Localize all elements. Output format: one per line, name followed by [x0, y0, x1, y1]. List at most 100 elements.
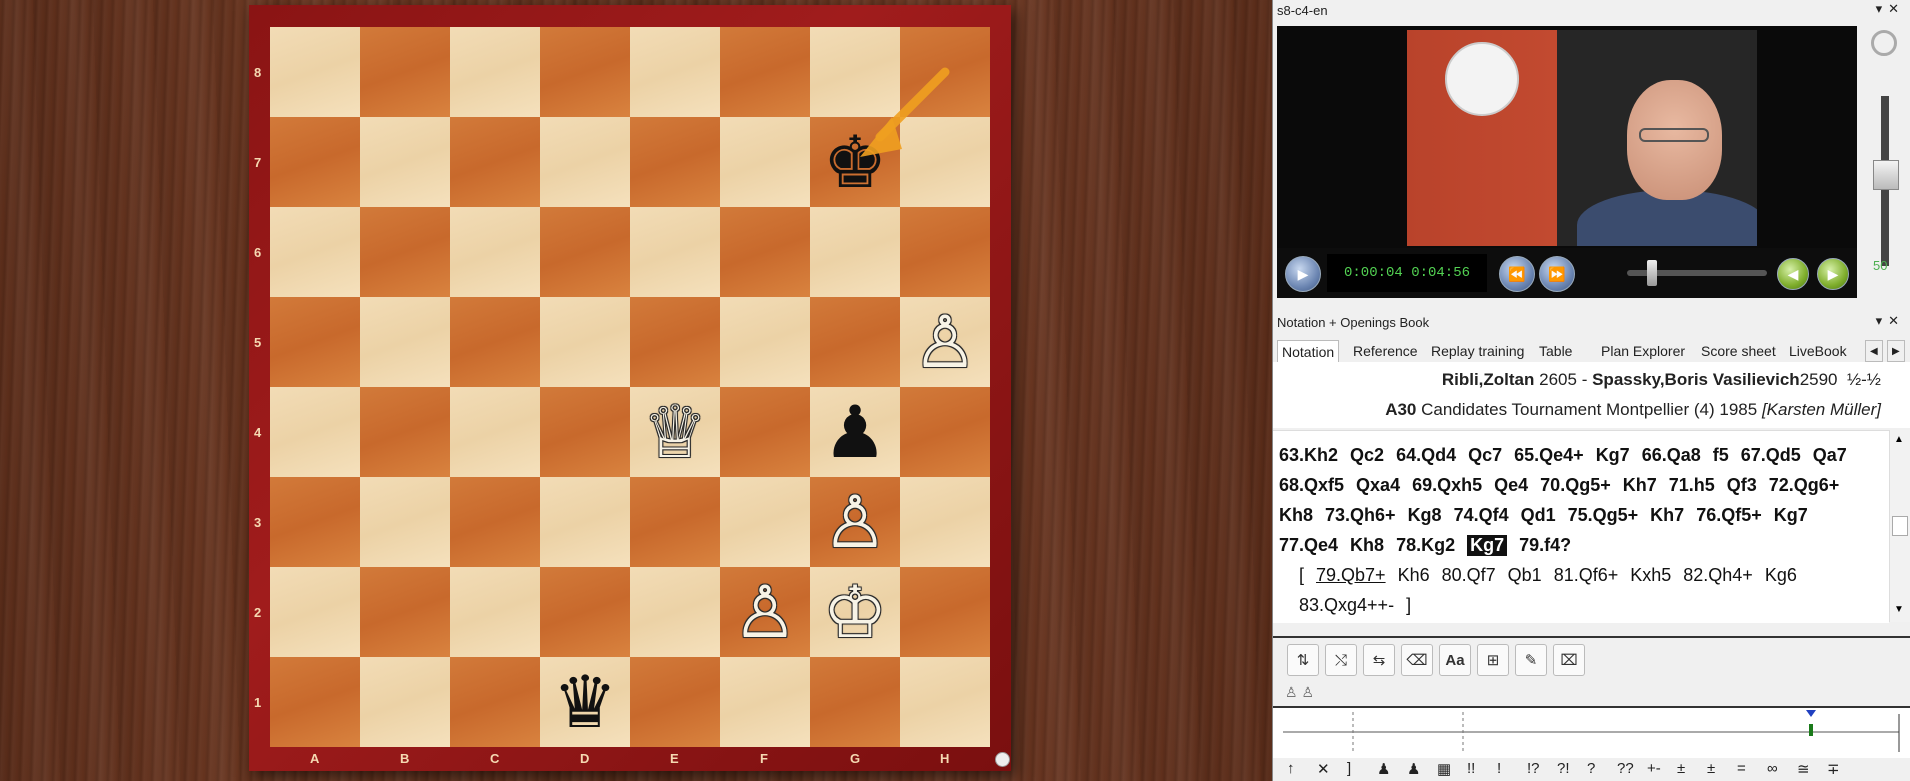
square-e8[interactable]	[630, 27, 720, 117]
square-e7[interactable]	[630, 117, 720, 207]
annotation-symbol[interactable]: ?	[1587, 760, 1595, 777]
square-d4[interactable]	[540, 387, 630, 477]
tab-scroll-right[interactable]: ▶	[1887, 340, 1905, 362]
variation-move[interactable]: 79.Qb7+	[1316, 565, 1386, 586]
white-pawn-f2[interactable]: ♙	[720, 567, 810, 657]
variation-move[interactable]: 82.Qh4+	[1683, 565, 1753, 586]
square-a3[interactable]	[270, 477, 360, 567]
rewind-button[interactable]: ⏪	[1499, 256, 1535, 292]
square-a4[interactable]	[270, 387, 360, 477]
square-h7[interactable]	[900, 117, 990, 207]
pen-button[interactable]: ✎	[1515, 644, 1547, 676]
annotation-symbol[interactable]: ∓	[1827, 760, 1840, 778]
annotation-symbol[interactable]: ▦	[1437, 760, 1451, 778]
previous-chapter-button[interactable]: ◀	[1777, 258, 1809, 290]
square-a8[interactable]	[270, 27, 360, 117]
variation-move[interactable]: [	[1299, 565, 1304, 586]
square-h6[interactable]	[900, 207, 990, 297]
move[interactable]: 79.f4?	[1519, 535, 1571, 556]
move[interactable]: Qc7	[1468, 445, 1502, 466]
move[interactable]: Qa7	[1813, 445, 1847, 466]
move[interactable]: Kg7	[1774, 505, 1808, 526]
move[interactable]: 71.h5	[1669, 475, 1715, 496]
variation-button[interactable]: ⤭	[1325, 644, 1357, 676]
square-c2[interactable]	[450, 567, 540, 657]
square-h2[interactable]	[900, 567, 990, 657]
white-pawn-g3[interactable]: ♙	[810, 477, 900, 567]
tab-notation[interactable]: Notation	[1277, 340, 1340, 362]
annotation-symbol[interactable]: !	[1497, 760, 1501, 777]
tab-scroll-left[interactable]: ◀	[1865, 340, 1883, 362]
tab-score-sheet[interactable]: Score sheet	[1697, 340, 1780, 362]
square-b5[interactable]	[360, 297, 450, 387]
fast-forward-button[interactable]: ⏩	[1539, 256, 1575, 292]
move[interactable]: Qd1	[1521, 505, 1556, 526]
move-list-scrollbar[interactable]: ▲ ▼	[1889, 430, 1910, 622]
move[interactable]: 67.Qd5	[1741, 445, 1801, 466]
annotation-symbol[interactable]: =	[1737, 760, 1746, 777]
annotation-symbol[interactable]: !?	[1527, 760, 1540, 777]
insert-move-button[interactable]: ⇅	[1287, 644, 1319, 676]
scroll-thumb[interactable]	[1892, 516, 1908, 536]
square-f3[interactable]	[720, 477, 810, 567]
pane-controls[interactable]: ▾✕	[1876, 313, 1905, 329]
square-e6[interactable]	[630, 207, 720, 297]
annotation-symbol[interactable]: !!	[1467, 760, 1475, 777]
black-king-g7[interactable]: ♚	[810, 117, 900, 207]
square-h3[interactable]	[900, 477, 990, 567]
volume-thumb[interactable]	[1873, 160, 1899, 190]
eraser-button[interactable]: ⌧	[1553, 644, 1585, 676]
square-g6[interactable]	[810, 207, 900, 297]
square-b1[interactable]	[360, 657, 450, 747]
move[interactable]: 69.Qxh5	[1412, 475, 1482, 496]
move[interactable]: Qxa4	[1356, 475, 1400, 496]
square-h4[interactable]	[900, 387, 990, 477]
move[interactable]: 68.Qxf5	[1279, 475, 1344, 496]
annotation-symbol[interactable]: ♟	[1407, 760, 1420, 778]
square-g5[interactable]	[810, 297, 900, 387]
square-b3[interactable]	[360, 477, 450, 567]
square-g8[interactable]	[810, 27, 900, 117]
square-b4[interactable]	[360, 387, 450, 477]
evaluation-graph[interactable]	[1273, 706, 1910, 758]
seek-thumb[interactable]	[1647, 260, 1657, 286]
annotation-symbol[interactable]: ±	[1707, 760, 1715, 777]
square-c1[interactable]	[450, 657, 540, 747]
move[interactable]: Kg8	[1408, 505, 1442, 526]
square-b6[interactable]	[360, 207, 450, 297]
move[interactable]: Kg7	[1596, 445, 1630, 466]
move[interactable]: 73.Qh6+	[1325, 505, 1396, 526]
tab-plan-explorer[interactable]: Plan Explorer	[1597, 340, 1689, 362]
annotation-symbol[interactable]: ♟	[1377, 760, 1390, 778]
square-h1[interactable]	[900, 657, 990, 747]
variation-move[interactable]: Kg6	[1765, 565, 1797, 586]
square-g1[interactable]	[810, 657, 900, 747]
move[interactable]: Qe4	[1494, 475, 1528, 496]
square-c6[interactable]	[450, 207, 540, 297]
square-b8[interactable]	[360, 27, 450, 117]
square-d3[interactable]	[540, 477, 630, 567]
square-d8[interactable]	[540, 27, 630, 117]
chess-board[interactable]: 8 7 6 5 4 3 2 1 A B C D E F G H ♚ ♙ ♕ ♟ ♙ ♙ ♔ ♛	[254, 27, 990, 766]
square-a5[interactable]	[270, 297, 360, 387]
annotation-symbol[interactable]: ±	[1677, 760, 1685, 777]
square-c7[interactable]	[450, 117, 540, 207]
square-d5[interactable]	[540, 297, 630, 387]
variation-move[interactable]: 83.Qxg4++-	[1299, 595, 1394, 616]
move[interactable]: 75.Qg5+	[1568, 505, 1639, 526]
square-f5[interactable]	[720, 297, 810, 387]
white-pawn-h5[interactable]: ♙	[900, 297, 990, 387]
square-d7[interactable]	[540, 117, 630, 207]
move[interactable]: Qf3	[1727, 475, 1757, 496]
square-b2[interactable]	[360, 567, 450, 657]
square-c8[interactable]	[450, 27, 540, 117]
annotation-symbol[interactable]: ?!	[1557, 760, 1570, 777]
square-d2[interactable]	[540, 567, 630, 657]
annotation-symbol[interactable]: ✕	[1317, 760, 1330, 778]
move-list[interactable]: 63.Kh2 Qc2 64.Qd4 Qc7 65.Qe4+ Kg7 66.Qa8 f5 67.Q…	[1273, 430, 1889, 623]
square-f7[interactable]	[720, 117, 810, 207]
scroll-up-icon[interactable]: ▲	[1894, 434, 1904, 445]
annotation-symbol[interactable]: ≅	[1797, 760, 1810, 778]
scroll-down-icon[interactable]: ▼	[1894, 604, 1904, 615]
annotation-symbol[interactable]: ↑	[1287, 760, 1295, 777]
